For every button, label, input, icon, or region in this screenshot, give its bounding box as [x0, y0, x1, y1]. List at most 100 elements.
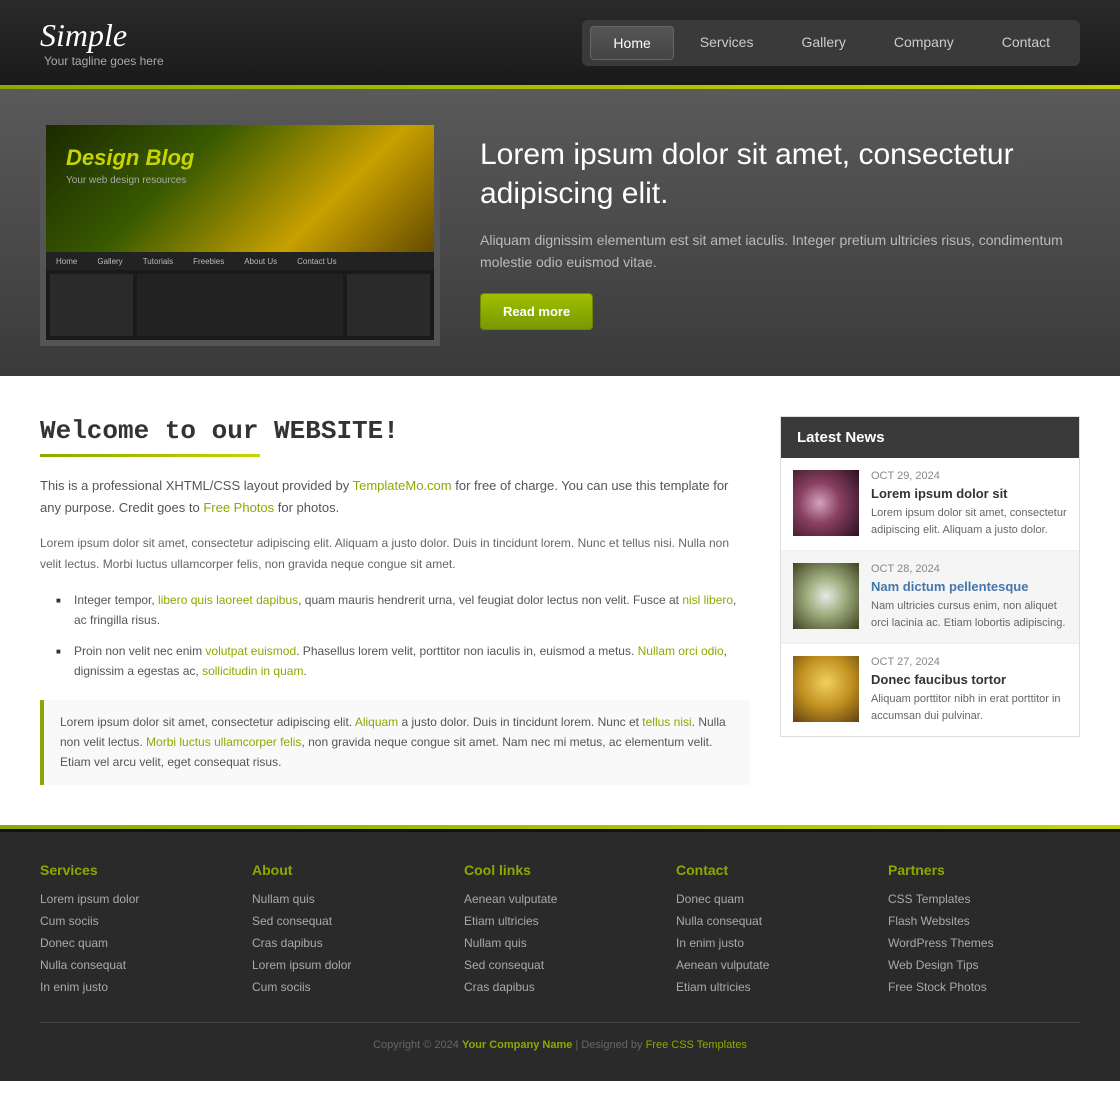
screen-nav-about: About Us	[244, 257, 277, 266]
footer-about-link-2[interactable]: Sed consequat	[252, 914, 444, 928]
footer-about-link-4[interactable]: Lorem ipsum dolor	[252, 958, 444, 972]
footer-services-link-3[interactable]: Donec quam	[40, 936, 232, 950]
news-item-2: OCT 28, 2024 Nam dictum pellentesque Nam…	[781, 551, 1079, 644]
company-name-link[interactable]: Your Company Name	[462, 1039, 572, 1051]
footer-services-link-4[interactable]: Nulla consequat	[40, 958, 232, 972]
blockquote: Lorem ipsum dolor sit amet, consectetur …	[40, 700, 750, 785]
screen-col-main	[137, 274, 344, 336]
footer-contact-link-1[interactable]: Donec quam	[676, 892, 868, 906]
footer-partners-link-4[interactable]: Web Design Tips	[888, 958, 1080, 972]
blockquote-link-1[interactable]: Aliquam	[355, 715, 398, 729]
news-excerpt-1: Lorem ipsum dolor sit amet, consectetur …	[871, 505, 1067, 538]
screen-nav-gallery: Gallery	[97, 257, 122, 266]
freephotos-link[interactable]: Free Photos	[203, 500, 274, 515]
hero-paragraph: Aliquam dignissim elementum est sit amet…	[480, 229, 1080, 274]
blockquote-link-3[interactable]: Morbi luctus ullamcorper felis	[146, 735, 301, 749]
news-image-gold	[793, 656, 859, 722]
bullet-link-1[interactable]: libero quis laoreet dapibus	[158, 593, 298, 607]
blog-title: Design Blog	[66, 145, 194, 171]
site-tagline: Your tagline goes here	[44, 54, 164, 68]
news-title-1: Lorem ipsum dolor sit	[871, 486, 1067, 501]
footer-contact-link-3[interactable]: In enim justo	[676, 936, 868, 950]
hero-section: Design Blog Your web design resources Ho…	[0, 89, 1120, 376]
footer-partners-link-5[interactable]: Free Stock Photos	[888, 980, 1080, 994]
footer-about-link-5[interactable]: Cum sociis	[252, 980, 444, 994]
bullet-link-5[interactable]: sollicitudin in quam	[202, 664, 303, 678]
body-text: Lorem ipsum dolor sit amet, consectetur …	[40, 533, 750, 574]
footer-coollinks-link-5[interactable]: Cras dapibus	[464, 980, 656, 994]
screen-col-1	[50, 274, 133, 336]
bullet-link-3[interactable]: volutpat euismod	[205, 644, 296, 658]
footer-col-contact: Contact Donec quam Nulla consequat In en…	[676, 862, 868, 1002]
footer-coollinks-link-1[interactable]: Aenean vulputate	[464, 892, 656, 906]
news-text-3: OCT 27, 2024 Donec faucibus tortor Aliqu…	[871, 656, 1067, 724]
footer-coollinks-title: Cool links	[464, 862, 656, 878]
news-title-2: Nam dictum pellentesque	[871, 579, 1067, 594]
nav-services[interactable]: Services	[678, 26, 776, 60]
footer-contact-link-5[interactable]: Etiam ultricies	[676, 980, 868, 994]
footer-contact-title: Contact	[676, 862, 868, 878]
news-item-1: OCT 29, 2024 Lorem ipsum dolor sit Lorem…	[781, 458, 1079, 551]
footer-contact-link-2[interactable]: Nulla consequat	[676, 914, 868, 928]
nav-company[interactable]: Company	[872, 26, 976, 60]
footer-services-link-5[interactable]: In enim justo	[40, 980, 232, 994]
footer-partners-link-2[interactable]: Flash Websites	[888, 914, 1080, 928]
bullet-item-2: Proin non velit nec enim volutpat euismo…	[60, 641, 750, 682]
bullet-list: Integer tempor, libero quis laoreet dapi…	[60, 590, 750, 682]
footer-services-link-2[interactable]: Cum sociis	[40, 914, 232, 928]
footer-col-partners: Partners CSS Templates Flash Websites Wo…	[888, 862, 1080, 1002]
logo-area: Simple Your tagline goes here	[40, 17, 164, 68]
blockquote-link-2[interactable]: tellus nisi	[642, 715, 691, 729]
sidebar: Latest News OCT 29, 2024 Lorem ipsum dol…	[780, 416, 1080, 785]
blog-subtitle: Your web design resources	[66, 175, 186, 186]
designer-link[interactable]: Free CSS Templates	[646, 1039, 747, 1051]
nav-gallery[interactable]: Gallery	[779, 26, 867, 60]
footer-col-coollinks: Cool links Aenean vulputate Etiam ultric…	[464, 862, 656, 1002]
main-content: Welcome to our WEBSITE! This is a profes…	[40, 416, 750, 785]
footer-about-link-3[interactable]: Cras dapibus	[252, 936, 444, 950]
footer-coollinks-link-4[interactable]: Sed consequat	[464, 958, 656, 972]
news-date-3: OCT 27, 2024	[871, 656, 1067, 668]
screen-nav-contact: Contact Us	[297, 257, 337, 266]
latest-news-box: Latest News OCT 29, 2024 Lorem ipsum dol…	[780, 416, 1080, 737]
footer-partners-title: Partners	[888, 862, 1080, 878]
bullet-link-2[interactable]: nisl libero	[682, 593, 733, 607]
hero-image: Design Blog Your web design resources Ho…	[46, 125, 434, 340]
bullet-link-4[interactable]: Nullam orci odio	[638, 644, 724, 658]
footer-col-services: Services Lorem ipsum dolor Cum sociis Do…	[40, 862, 232, 1002]
hero-image-wrap: Design Blog Your web design resources Ho…	[40, 119, 440, 346]
hero-text: Lorem ipsum dolor sit amet, consectetur …	[480, 135, 1080, 331]
intro-text: This is a professional XHTML/CSS layout …	[40, 475, 750, 519]
footer-bottom: Copyright © 2024 Your Company Name | Des…	[40, 1022, 1080, 1051]
footer-coollinks-link-3[interactable]: Nullam quis	[464, 936, 656, 950]
news-image-bee	[793, 563, 859, 629]
footer-coollinks-link-2[interactable]: Etiam ultricies	[464, 914, 656, 928]
hero-heading: Lorem ipsum dolor sit amet, consectetur …	[480, 135, 1080, 213]
designed-by-text: Designed by	[581, 1039, 642, 1051]
templatemo-link[interactable]: TemplateMo.com	[353, 478, 452, 493]
news-date-1: OCT 29, 2024	[871, 470, 1067, 482]
footer-col-about: About Nullam quis Sed consequat Cras dap…	[252, 862, 444, 1002]
news-text-1: OCT 29, 2024 Lorem ipsum dolor sit Lorem…	[871, 470, 1067, 538]
nav-home[interactable]: Home	[590, 26, 673, 60]
news-excerpt-3: Aliquam porttitor nibh in erat porttitor…	[871, 691, 1067, 724]
footer-columns: Services Lorem ipsum dolor Cum sociis Do…	[40, 862, 1080, 1002]
news-thumb-3	[793, 656, 859, 722]
footer-contact-link-4[interactable]: Aenean vulputate	[676, 958, 868, 972]
latest-news-header: Latest News	[781, 417, 1079, 458]
news-thumb-2	[793, 563, 859, 629]
screen-content	[46, 270, 434, 340]
title-underline	[40, 454, 260, 457]
screen-nav-home: Home	[56, 257, 77, 266]
nav-contact[interactable]: Contact	[980, 26, 1072, 60]
main-nav: Home Services Gallery Company Contact	[582, 20, 1080, 66]
news-image-flowers	[793, 470, 859, 536]
footer-partners-link-3[interactable]: WordPress Themes	[888, 936, 1080, 950]
screen-nav-tutorials: Tutorials	[143, 257, 173, 266]
read-more-button[interactable]: Read more	[480, 293, 593, 330]
footer-services-link-1[interactable]: Lorem ipsum dolor	[40, 892, 232, 906]
footer-about-link-1[interactable]: Nullam quis	[252, 892, 444, 906]
news-text-2: OCT 28, 2024 Nam dictum pellentesque Nam…	[871, 563, 1067, 631]
news-title-3: Donec faucibus tortor	[871, 672, 1067, 687]
footer-partners-link-1[interactable]: CSS Templates	[888, 892, 1080, 906]
